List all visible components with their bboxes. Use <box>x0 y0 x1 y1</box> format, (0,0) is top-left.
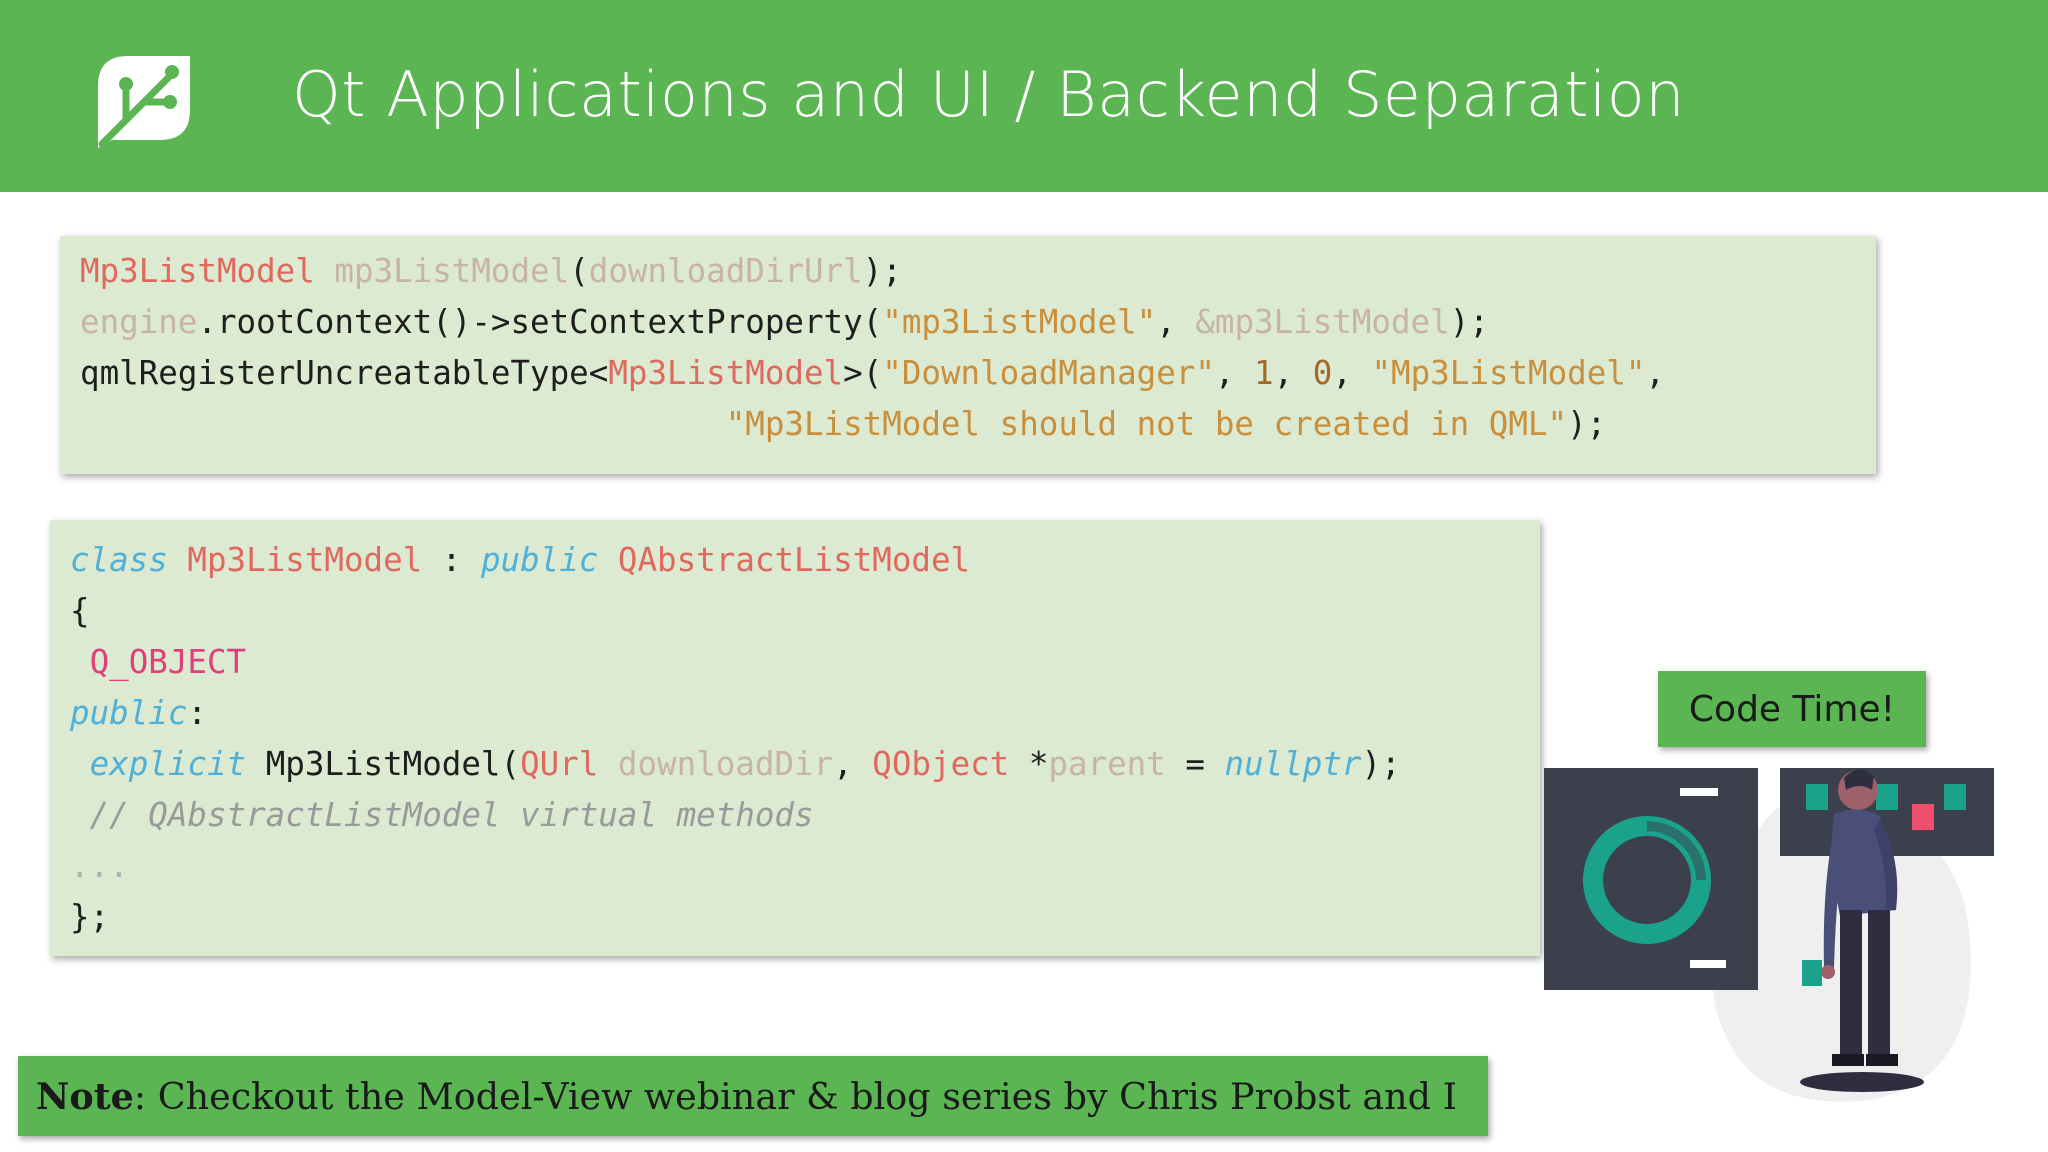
code-token: ( <box>569 252 589 290</box>
code-line: Q_OBJECT <box>70 637 247 688</box>
code-token: explicit <box>89 745 247 783</box>
code-token: downloadDir <box>617 745 834 783</box>
code-line: ... <box>70 841 129 892</box>
code-token: : <box>187 694 207 732</box>
code-token: "Mp3ListModel should not be created in Q… <box>725 405 1568 443</box>
code-token: : <box>422 541 481 579</box>
code-token: mp3ListModel <box>334 252 570 290</box>
code-token: >( <box>843 354 883 392</box>
code-token: parent <box>1048 745 1166 783</box>
code-token: QAbstractListModel <box>617 541 971 579</box>
code-line: class Mp3ListModel : public QAbstractLis… <box>70 535 970 586</box>
code-token: , <box>1214 354 1255 392</box>
code-token: qmlRegisterUncreatableType< <box>80 354 609 392</box>
code-token: ); <box>1567 405 1607 443</box>
code-line: // QAbstractListModel virtual methods <box>70 790 814 841</box>
code-time-badge: Code Time! <box>1658 671 1926 747</box>
code-token: "Mp3ListModel" <box>1371 354 1646 392</box>
code-token: Mp3ListModel <box>80 252 315 290</box>
note-label: Note <box>36 1074 134 1118</box>
code-line: Mp3ListModel mp3ListModel(downloadDirUrl… <box>80 246 902 297</box>
code-token: { <box>70 592 90 630</box>
code-token: .rootContext()->setContextProperty( <box>197 303 883 341</box>
code-block-registration: Mp3ListModel mp3ListModel(downloadDirUrl… <box>60 236 1876 474</box>
code-token: public <box>480 541 599 579</box>
code-token: "mp3ListModel" <box>882 303 1157 341</box>
code-line: "Mp3ListModel should not be created in Q… <box>80 399 1607 450</box>
code-token: , <box>1645 354 1665 392</box>
code-line: engine.rootContext()->setContextProperty… <box>80 297 1489 348</box>
code-line: qmlRegisterUncreatableType<Mp3ListModel>… <box>80 348 1665 399</box>
code-token: 1 <box>1254 354 1274 392</box>
code-token: = <box>1165 745 1225 783</box>
code-token: Mp3ListModel <box>608 354 844 392</box>
code-token: // QAbstractListModel virtual methods <box>89 796 814 834</box>
code-token: public <box>70 694 188 732</box>
person-viewing-dashboard-illustration <box>1544 768 1994 1102</box>
code-token: engine <box>80 303 198 341</box>
code-token: QUrl <box>520 745 599 783</box>
code-token: Q_OBJECT <box>89 643 247 681</box>
code-block-class-declaration: class Mp3ListModel : public QAbstractLis… <box>50 520 1540 956</box>
code-token: "DownloadManager" <box>882 354 1215 392</box>
code-token: 0 <box>1312 354 1333 392</box>
slide-title: Qt Applications and UI / Backend Separat… <box>292 58 1686 131</box>
code-token: ); <box>862 252 902 290</box>
code-token: class <box>70 541 168 579</box>
slide-header: Qt Applications and UI / Backend Separat… <box>0 0 2048 192</box>
code-token: nullptr <box>1224 745 1362 783</box>
code-token: , <box>1273 354 1313 392</box>
code-token: QObject <box>872 745 1010 783</box>
code-token: ); <box>1449 303 1489 341</box>
note-bar: Note : Checkout the Model-View webinar &… <box>18 1056 1488 1136</box>
note-text: : Checkout the Model-View webinar & blog… <box>133 1074 1458 1118</box>
code-token: , <box>833 745 873 783</box>
code-line: public: <box>70 688 207 739</box>
code-token: * <box>1009 745 1049 783</box>
code-token: ... <box>70 847 129 885</box>
code-token: ); <box>1361 745 1401 783</box>
code-token: downloadDirUrl <box>588 252 863 290</box>
code-token: , <box>1332 354 1372 392</box>
code-line: }; <box>70 892 109 943</box>
code-token: Mp3ListModel <box>187 541 423 579</box>
code-token: Mp3ListModel( <box>246 745 521 783</box>
leaf-circuit-icon <box>98 56 190 148</box>
code-token: &mp3ListModel <box>1195 303 1450 341</box>
code-token: }; <box>70 898 110 936</box>
code-token: , <box>1156 303 1196 341</box>
code-line: explicit Mp3ListModel(QUrl downloadDir, … <box>70 739 1401 790</box>
code-line: { <box>70 586 90 637</box>
